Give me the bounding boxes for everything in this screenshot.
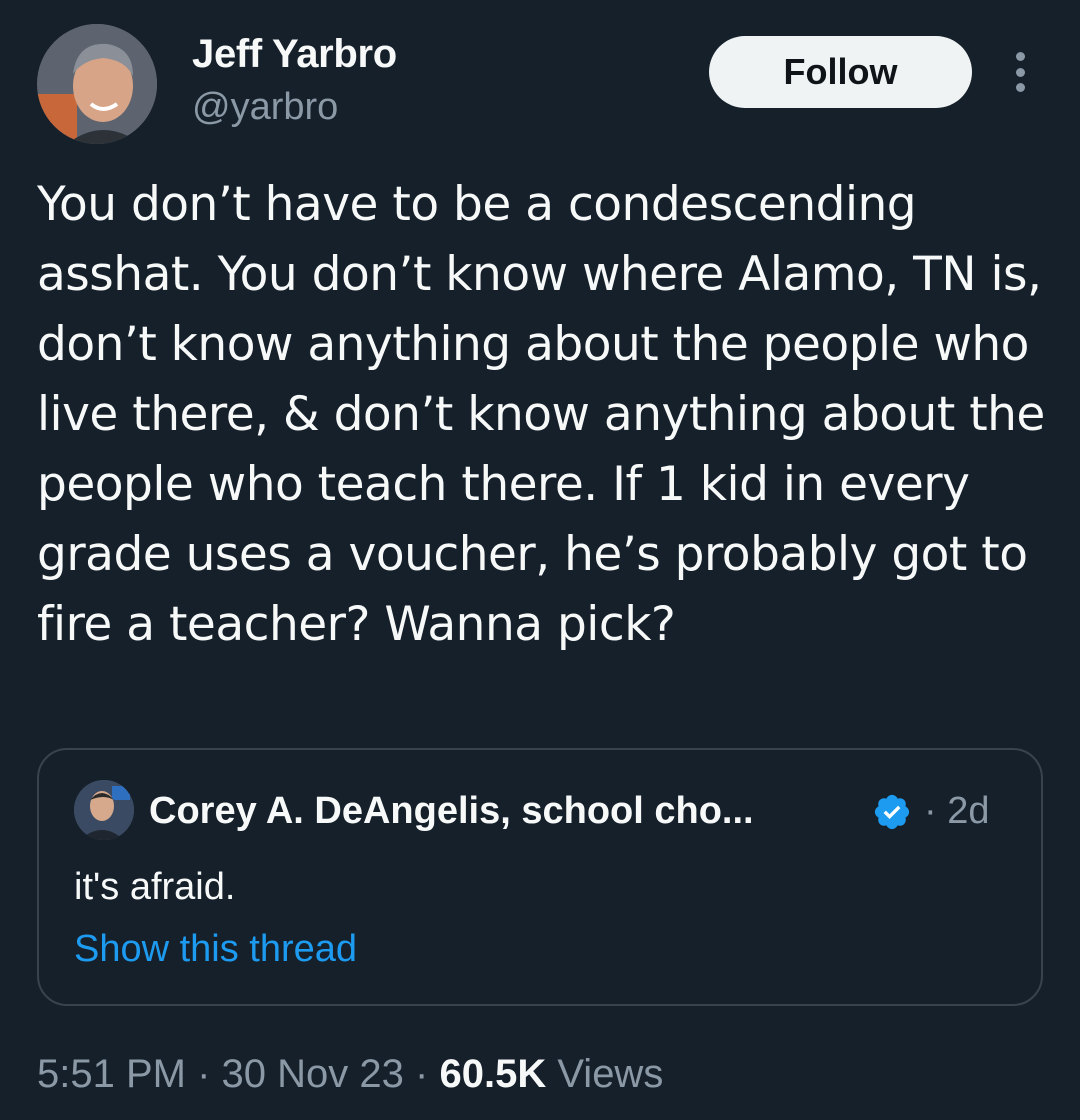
more-dot bbox=[1015, 52, 1025, 61]
show-thread-link[interactable]: Show this thread bbox=[74, 928, 357, 971]
relative-time: 2d bbox=[947, 790, 990, 832]
tweet-date[interactable]: 30 Nov 23 bbox=[222, 1052, 404, 1096]
follow-button[interactable]: Follow bbox=[709, 36, 972, 108]
tweet-text: You don’t have to be a condescending ass… bbox=[37, 177, 1045, 652]
meta-separator: · bbox=[415, 1052, 429, 1096]
time-separator: · bbox=[924, 790, 937, 832]
quoted-author-avatar[interactable] bbox=[74, 780, 134, 840]
author-avatar[interactable] bbox=[37, 24, 157, 144]
author-display-name[interactable]: Jeff Yarbro bbox=[192, 32, 397, 77]
more-options-icon[interactable] bbox=[1008, 52, 1032, 92]
tweet-meta: 5:51 PM · 30 Nov 23 · 60.5K Views bbox=[37, 1052, 663, 1097]
verified-badge-icon bbox=[874, 794, 910, 830]
views-label: Views bbox=[557, 1052, 664, 1096]
meta-separator: · bbox=[197, 1052, 211, 1096]
quoted-author-name[interactable]: Corey A. DeAngelis, school cho... bbox=[149, 790, 754, 833]
more-dot bbox=[1015, 83, 1025, 92]
quoted-tweet-card[interactable]: Corey A. DeAngelis, school cho... · 2d i… bbox=[37, 748, 1043, 1006]
views-count: 60.5K bbox=[439, 1052, 547, 1096]
quoted-tweet-text: it's afraid. bbox=[74, 866, 236, 908]
quoted-tweet-time[interactable]: · 2d bbox=[924, 790, 990, 833]
more-dot bbox=[1015, 67, 1025, 77]
tweet-card: Jeff Yarbro @yarbro Follow You don’t hav… bbox=[0, 0, 1080, 1120]
tweet-time[interactable]: 5:51 PM bbox=[37, 1052, 186, 1096]
author-handle[interactable]: @yarbro bbox=[192, 86, 338, 129]
